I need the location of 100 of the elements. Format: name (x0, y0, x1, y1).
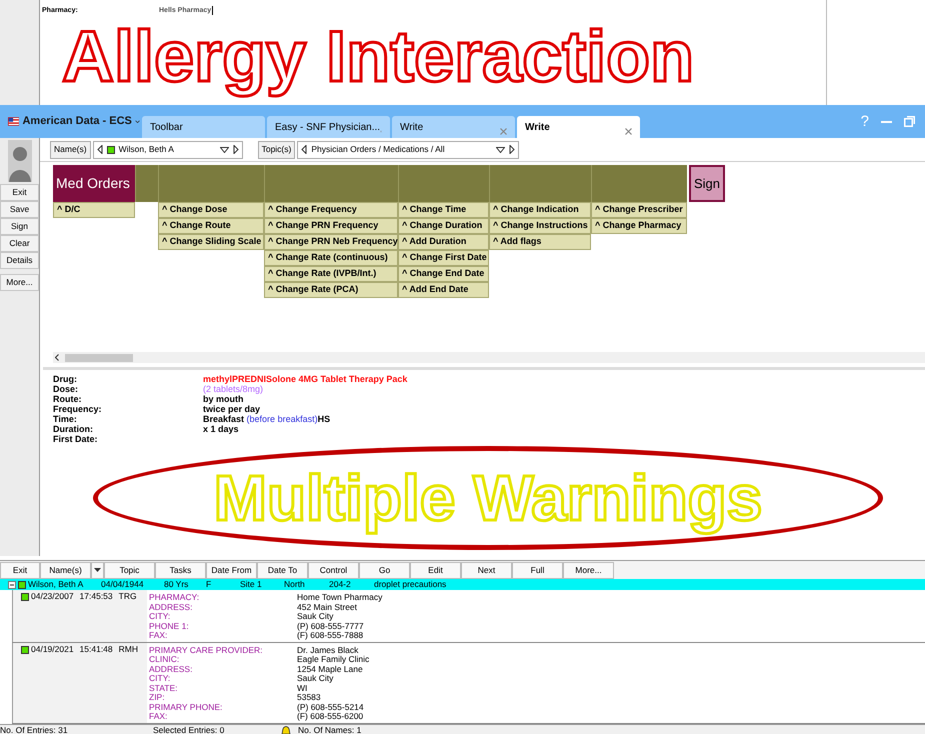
entry-field-label: CLINIC: (149, 655, 180, 664)
right-arrow-icon[interactable] (232, 145, 239, 154)
patient-cell: droplet precautions (374, 580, 446, 590)
dropdown-button[interactable] (91, 562, 104, 578)
toolbar-button[interactable]: Name(s) (40, 562, 91, 578)
entry-date: 04/23/2007 (31, 592, 74, 602)
order-action-button[interactable]: ^ D/C (53, 202, 135, 218)
entry-field-label: CITY: (149, 612, 172, 622)
entry-field-value: Sauk City (297, 612, 334, 622)
entry-field-value: WI (297, 684, 308, 693)
entry-field-value: 53583 (297, 693, 321, 702)
detail-value: methylPREDNISolone 4MG Tablet Therapy Pack (203, 374, 408, 384)
order-action-button[interactable]: ^ Change Rate (continuous) (264, 250, 398, 266)
order-action-button[interactable]: ^ Change Indication (489, 202, 591, 218)
order-action-button[interactable]: ^ Change Rate (PCA) (264, 282, 398, 298)
order-action-button[interactable]: ^ Change Time (398, 202, 489, 218)
order-action-button[interactable]: ^ Change Frequency (264, 202, 398, 218)
order-action-button[interactable]: ^ Change End Date (398, 266, 489, 282)
side-button[interactable]: Exit (0, 184, 39, 201)
entry-date: 04/19/2021 (31, 644, 74, 654)
tab[interactable]: Write (392, 116, 515, 138)
status-square-icon (21, 646, 29, 654)
app-title: American Data - ECS (22, 114, 132, 130)
selector-field[interactable]: Physician Orders / Medications / All (297, 140, 520, 158)
entry-field-label: STATE: (149, 684, 178, 693)
patient-cell-text: 204-2 (329, 580, 352, 590)
tab[interactable]: Easy - SNF Physician... (267, 116, 390, 138)
warning-annotation-text: Multiple Warnings (214, 461, 762, 536)
detail-value: (2 tablets/8mg) (203, 384, 264, 394)
side-button[interactable]: More... (0, 274, 39, 291)
entry-field-label: ZIP: (149, 693, 166, 702)
left-arrow-icon[interactable] (96, 145, 103, 154)
right-arrow-icon[interactable] (509, 145, 516, 154)
selector-field[interactable]: Wilson, Beth A (92, 140, 243, 158)
patient-cell-text: 04/04/1944 (101, 580, 145, 590)
detail-label: Frequency: (53, 404, 103, 414)
detail-label: First Date: (53, 434, 99, 444)
side-button[interactable]: Sign (0, 218, 39, 235)
entry-field-label: PRIMARY PHONE: (149, 702, 224, 712)
toolbar-button[interactable]: More... (563, 562, 614, 578)
collapse-icon[interactable] (8, 580, 16, 588)
detail-label: Drug: (53, 374, 78, 384)
toolbar-button[interactable]: Date To (257, 562, 308, 578)
toolbar-button[interactable]: Edit (410, 562, 461, 578)
toolbar-button[interactable]: Control (308, 562, 359, 578)
entry-field-value: (P) 608-555-5214 (297, 702, 364, 712)
selector-button[interactable]: Topic(s) (258, 140, 296, 158)
patient-cell-text: Site 1 (240, 580, 263, 590)
order-action-button[interactable]: ^ Change Rate (IVPB/Int.) (264, 266, 398, 282)
allergy-banner-text: Allergy Interaction (62, 16, 696, 99)
toolbar-button[interactable]: Go (359, 562, 410, 578)
med-orders-header: Med Orders (53, 165, 135, 202)
order-action-button[interactable]: ^ Add flags (489, 234, 591, 250)
entry-field-value: (F) 608-555-6200 (297, 712, 364, 722)
order-action-button[interactable]: ^ Change First Date (398, 250, 489, 266)
detail-value: by mouth (203, 394, 244, 404)
close-icon[interactable] (625, 128, 632, 135)
chevron-down-icon[interactable] (134, 118, 140, 124)
detail-label: Route: (53, 394, 82, 404)
order-action-button[interactable]: ^ Change Duration (398, 218, 489, 234)
toolbar-button[interactable]: Topic (104, 562, 155, 578)
tab[interactable]: Write (517, 116, 640, 138)
toolbar-button[interactable]: Next (461, 562, 512, 578)
order-action-button[interactable]: ^ Change PRN Neb Frequency (264, 234, 398, 250)
order-action-button[interactable]: ^ Change PRN Frequency (264, 218, 398, 234)
toolbar-button[interactable]: Full (512, 562, 563, 578)
entry-field-value: Home Town Pharmacy (297, 593, 382, 602)
toolbar-button[interactable]: Date From (206, 562, 257, 578)
toolbar-button[interactable]: Exit (0, 562, 40, 578)
order-action-button[interactable]: ^ Change Pharmacy (591, 218, 687, 234)
horizontal-scrollbar[interactable] (53, 352, 925, 363)
order-action-button[interactable]: ^ Change Sliding Scale (158, 234, 264, 250)
entry-field-label: PHONE 1: (149, 622, 190, 631)
order-action-button[interactable]: ^ Add End Date (398, 282, 489, 298)
toolbar-button[interactable]: Tasks (155, 562, 206, 578)
scroll-thumb[interactable] (65, 354, 133, 362)
left-arrow-icon[interactable] (301, 145, 308, 154)
tab[interactable]: Toolbar (142, 116, 265, 138)
status-square-icon (18, 580, 26, 588)
side-button[interactable]: Clear (0, 235, 39, 252)
scroll-left-icon[interactable] (55, 354, 59, 361)
entry-field-label: ADDRESS: (149, 664, 194, 674)
order-action-button[interactable]: ^ Add Duration (398, 234, 489, 250)
dropdown-arrow-icon[interactable] (220, 146, 229, 152)
order-action-button[interactable]: ^ Change Prescriber (591, 202, 687, 218)
status-square-icon (21, 593, 29, 601)
sign-button[interactable]: Sign (689, 165, 725, 202)
patient-cell-text: North (284, 580, 306, 590)
entry-field-label: PHARMACY: (149, 593, 200, 602)
bell-icon[interactable] (280, 725, 292, 734)
order-action-button[interactable]: ^ Change Dose (158, 202, 264, 218)
order-action-button[interactable]: ^ Change Route (158, 218, 264, 234)
side-button[interactable]: Save (0, 201, 39, 218)
selector-button[interactable]: Name(s) (50, 140, 91, 158)
order-action-button[interactable]: ^ Change Instructions (489, 218, 591, 234)
dropdown-arrow-icon[interactable] (496, 146, 506, 152)
flag-logo-icon (8, 115, 20, 128)
avatar-icon (8, 140, 32, 182)
patient-row[interactable]: Wilson, Beth A 04/04/1944 80 Yrs F Site 1 North 204-2 droplet precautions (0, 579, 925, 590)
side-button[interactable]: Details (0, 252, 39, 269)
